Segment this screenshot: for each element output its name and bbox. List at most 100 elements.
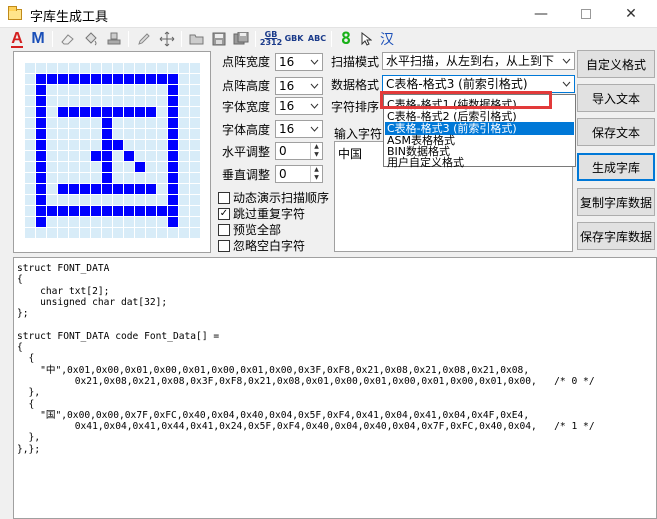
matrix-dot-off[interactable] [190, 85, 200, 95]
matrix-dot-off[interactable] [157, 85, 167, 95]
matrix-dot-off[interactable] [80, 96, 90, 106]
matrix-dot-off[interactable] [113, 96, 123, 106]
generate-font-button[interactable]: 生成字库 [577, 153, 655, 181]
matrix-dot-off[interactable] [47, 217, 57, 227]
matrix-dot-off[interactable] [157, 129, 167, 139]
matrix-dot-on[interactable] [168, 206, 178, 216]
matrix-dot-on[interactable] [102, 206, 112, 216]
matrix-dot-off[interactable] [69, 85, 79, 95]
matrix-dot-off[interactable] [135, 85, 145, 95]
matrix-dot-on[interactable] [102, 151, 112, 161]
matrix-dot-off[interactable] [146, 195, 156, 205]
matrix-dot-off[interactable] [58, 162, 68, 172]
matrix-dot-on[interactable] [36, 173, 46, 183]
matrix-dot-off[interactable] [69, 63, 79, 73]
matrix-dot-off[interactable] [179, 96, 189, 106]
matrix-dot-off[interactable] [25, 228, 35, 238]
matrix-dot-off[interactable] [25, 162, 35, 172]
matrix-dot-off[interactable] [58, 140, 68, 150]
matrix-dot-on[interactable] [168, 162, 178, 172]
matrix-dot-on[interactable] [91, 206, 101, 216]
matrix-dot-on[interactable] [36, 107, 46, 117]
minimize-button[interactable]: — [518, 0, 564, 28]
matrix-dot-off[interactable] [25, 85, 35, 95]
matrix-dot-on[interactable] [36, 217, 46, 227]
matrix-dot-off[interactable] [157, 140, 167, 150]
matrix-dot-off[interactable] [124, 162, 134, 172]
fill-icon[interactable] [81, 30, 101, 48]
matrix-dot-off[interactable] [102, 217, 112, 227]
matrix-dot-off[interactable] [157, 228, 167, 238]
matrix-dot-off[interactable] [113, 63, 123, 73]
matrix-dot-off[interactable] [124, 129, 134, 139]
matrix-dot-on[interactable] [91, 107, 101, 117]
matrix-dot-off[interactable] [157, 96, 167, 106]
matrix-dot-off[interactable] [146, 140, 156, 150]
gbk-icon[interactable]: GBK [283, 30, 305, 48]
matrix-dot-off[interactable] [25, 107, 35, 117]
matrix-dot-off[interactable] [25, 140, 35, 150]
matrix-dot-on[interactable] [124, 184, 134, 194]
matrix-dot-on[interactable] [102, 140, 112, 150]
dropdown-option[interactable]: 用户自定义格式 [385, 156, 574, 169]
matrix-dot-off[interactable] [47, 162, 57, 172]
spinner-up-icon[interactable]: ▲ [311, 166, 322, 174]
matrix-dot-off[interactable] [146, 85, 156, 95]
matrix-dot-on[interactable] [80, 107, 90, 117]
matrix-dot-off[interactable] [47, 96, 57, 106]
matrix-dot-off[interactable] [80, 140, 90, 150]
matrix-dot-off[interactable] [25, 129, 35, 139]
matrix-dot-off[interactable] [135, 195, 145, 205]
matrix-dot-on[interactable] [113, 74, 123, 84]
matrix-dot-on[interactable] [168, 74, 178, 84]
matrix-dot-on[interactable] [168, 107, 178, 117]
v-adjust-spinner[interactable]: 0 ▲ ▼ [275, 165, 323, 183]
matrix-dot-on[interactable] [102, 162, 112, 172]
matrix-dot-off[interactable] [80, 228, 90, 238]
matrix-dot-off[interactable] [58, 195, 68, 205]
matrix-dot-off[interactable] [25, 195, 35, 205]
matrix-dot-off[interactable] [190, 74, 200, 84]
spinner-down-icon[interactable]: ▼ [311, 151, 322, 159]
digit-8-icon[interactable]: 8 [337, 29, 355, 49]
matrix-dot-off[interactable] [135, 96, 145, 106]
matrix-dot-off[interactable] [113, 151, 123, 161]
matrix-dot-off[interactable] [124, 228, 134, 238]
matrix-dot-off[interactable] [69, 118, 79, 128]
matrix-dot-off[interactable] [58, 228, 68, 238]
save-as-icon[interactable] [231, 30, 251, 48]
matrix-dot-on[interactable] [168, 118, 178, 128]
matrix-dot-off[interactable] [113, 118, 123, 128]
matrix-dot-off[interactable] [135, 129, 145, 139]
matrix-dot-on[interactable] [168, 151, 178, 161]
matrix-dot-on[interactable] [91, 184, 101, 194]
matrix-dot-off[interactable] [47, 107, 57, 117]
matrix-dot-off[interactable] [47, 195, 57, 205]
matrix-dot-off[interactable] [113, 129, 123, 139]
matrix-dot-off[interactable] [179, 162, 189, 172]
matrix-dot-on[interactable] [157, 206, 167, 216]
gb2312-icon[interactable]: GB 2312 [260, 30, 282, 48]
matrix-dot-off[interactable] [179, 107, 189, 117]
spinner-down-icon[interactable]: ▼ [311, 174, 322, 182]
matrix-dot-off[interactable] [179, 206, 189, 216]
pencil-icon[interactable] [134, 30, 154, 48]
matrix-dot-off[interactable] [124, 96, 134, 106]
matrix-dot-on[interactable] [168, 85, 178, 95]
matrix-dot-off[interactable] [157, 118, 167, 128]
matrix-dot-on[interactable] [80, 74, 90, 84]
matrix-dot-off[interactable] [190, 184, 200, 194]
matrix-dot-off[interactable] [102, 63, 112, 73]
preview-all-checkbox[interactable]: 预览全部 [218, 221, 281, 238]
matrix-dot-on[interactable] [36, 74, 46, 84]
matrix-dot-off[interactable] [157, 63, 167, 73]
matrix-dot-off[interactable] [91, 228, 101, 238]
matrix-dot-off[interactable] [157, 217, 167, 227]
matrix-dot-on[interactable] [168, 195, 178, 205]
matrix-dot-off[interactable] [91, 85, 101, 95]
matrix-dot-off[interactable] [58, 151, 68, 161]
matrix-dot-on[interactable] [47, 74, 57, 84]
matrix-dot-off[interactable] [157, 151, 167, 161]
skip-duplicates-checkbox[interactable]: ✓ 跳过重复字符 [218, 205, 305, 222]
matrix-dot-off[interactable] [80, 195, 90, 205]
